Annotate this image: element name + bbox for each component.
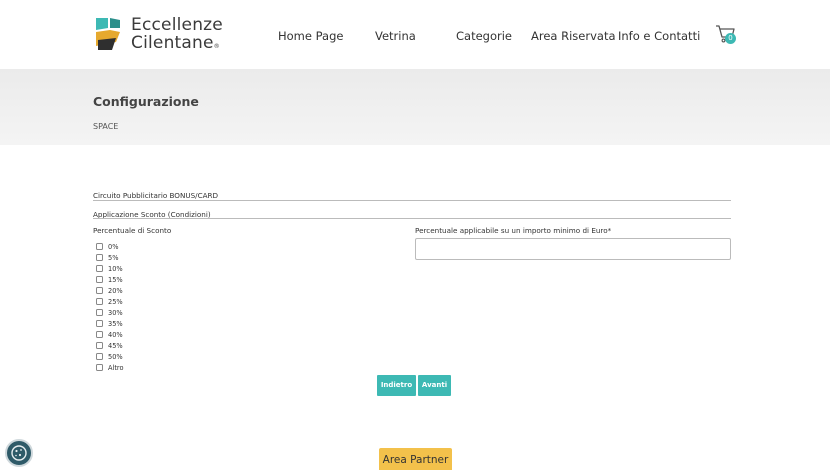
header: Eccellenze Cilentane® Home Page Vetrina …	[0, 0, 830, 69]
discount-option-label: 40%	[108, 330, 123, 339]
discount-checkbox[interactable]	[96, 353, 103, 360]
discount-option[interactable]: 35%	[96, 319, 123, 328]
discount-option-label: 45%	[108, 341, 123, 350]
discount-option-label: 30%	[108, 308, 123, 317]
brand-logo[interactable]: Eccellenze Cilentane®	[94, 16, 224, 54]
nav-categorie[interactable]: Categorie	[456, 29, 512, 43]
discount-checkbox[interactable]	[96, 320, 103, 327]
nav-area-riservata[interactable]: Area Riservata	[531, 29, 616, 43]
discount-option[interactable]: 20%	[96, 286, 123, 295]
discount-option[interactable]: Altro	[96, 363, 124, 372]
discount-checkbox[interactable]	[96, 287, 103, 294]
discount-checkbox[interactable]	[96, 364, 103, 371]
min-amount-input[interactable]	[415, 238, 731, 260]
brand-line-1: Eccellenze	[131, 15, 223, 35]
brand-line-2: Cilentane	[131, 33, 214, 53]
discount-option[interactable]: 50%	[96, 352, 123, 361]
page-subtitle: SPACE	[93, 122, 119, 131]
cookie-settings-button[interactable]	[5, 439, 33, 467]
nav-info-contatti[interactable]: Info e Contatti	[618, 29, 700, 43]
discount-option-label: 10%	[108, 264, 123, 273]
discount-option-label: 5%	[108, 253, 119, 262]
discount-option[interactable]: 15%	[96, 275, 123, 284]
brand-name: Eccellenze Cilentane®	[131, 16, 223, 56]
discount-label: Percentuale di Sconto	[93, 226, 172, 235]
discount-checkbox[interactable]	[96, 298, 103, 305]
next-button[interactable]: Avanti	[418, 375, 451, 396]
nav-vetrina[interactable]: Vetrina	[375, 29, 416, 43]
page-title: Configurazione	[93, 94, 199, 109]
discount-option[interactable]: 40%	[96, 330, 123, 339]
discount-option-label: 50%	[108, 352, 123, 361]
min-amount-label: Percentuale applicabile su un importo mi…	[415, 226, 612, 235]
discount-checkbox[interactable]	[96, 254, 103, 261]
discount-option-label: 20%	[108, 286, 123, 295]
discount-option[interactable]: 45%	[96, 341, 123, 350]
discount-option[interactable]: 30%	[96, 308, 123, 317]
discount-checkbox[interactable]	[96, 265, 103, 272]
discount-checkbox[interactable]	[96, 243, 103, 250]
section-divider	[93, 218, 731, 219]
discount-option-label: Altro	[108, 363, 124, 372]
registered-mark: ®	[213, 43, 220, 50]
discount-option[interactable]: 0%	[96, 242, 118, 251]
discount-option[interactable]: 25%	[96, 297, 123, 306]
section-circuito: Circuito Pubblicitario BONUS/CARD	[93, 191, 219, 200]
nav-home[interactable]: Home Page	[278, 29, 343, 43]
section-divider	[93, 200, 731, 201]
discount-option-label: 15%	[108, 275, 123, 284]
discount-option[interactable]: 10%	[96, 264, 123, 273]
discount-option-label: 35%	[108, 319, 123, 328]
discount-option[interactable]: 5%	[96, 253, 118, 262]
discount-checkbox[interactable]	[96, 331, 103, 338]
area-partner-button[interactable]: Area Partner	[379, 448, 452, 470]
discount-option-label: 0%	[108, 242, 119, 251]
cart-count-badge: 0	[725, 33, 736, 44]
discount-checkbox[interactable]	[96, 309, 103, 316]
discount-option-label: 25%	[108, 297, 123, 306]
discount-checkbox[interactable]	[96, 342, 103, 349]
discount-checkbox[interactable]	[96, 276, 103, 283]
back-button[interactable]: Indietro	[377, 375, 416, 396]
logo-mark-icon	[96, 18, 120, 50]
cookie-icon	[11, 445, 27, 461]
